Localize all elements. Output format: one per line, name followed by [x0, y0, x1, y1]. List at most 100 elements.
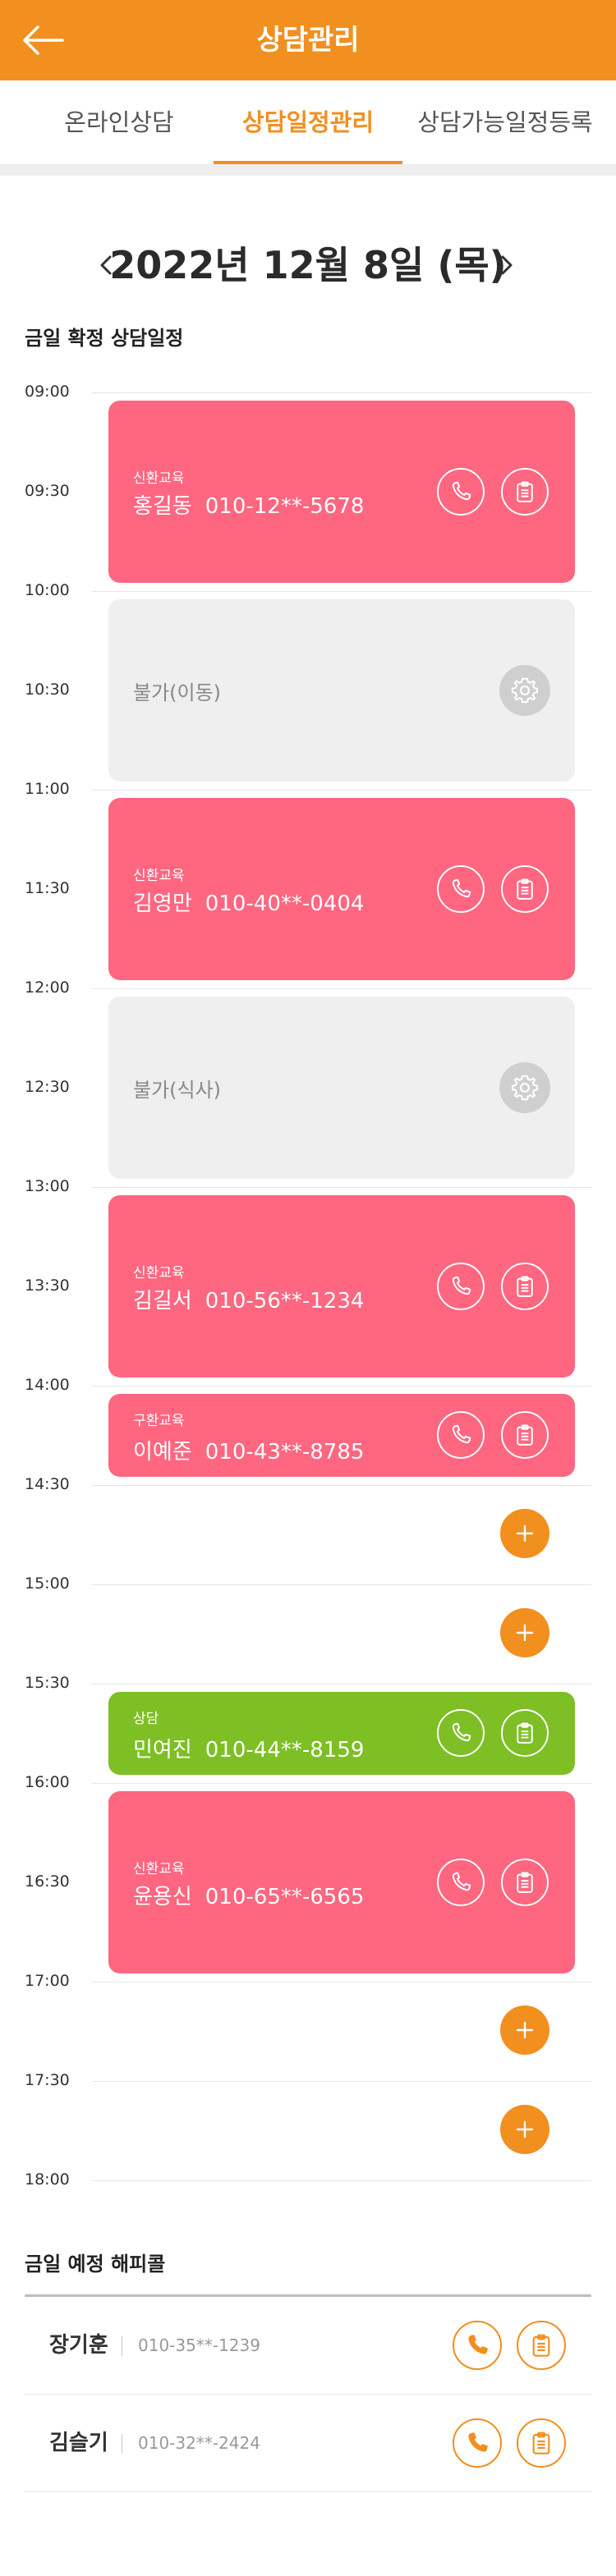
prev-date-button[interactable]	[92, 251, 120, 279]
gear-icon	[511, 1075, 539, 1101]
memo-button[interactable]	[501, 1263, 549, 1310]
blocked-slot-card[interactable]: 불가(식사)	[108, 997, 575, 1179]
phone-icon	[452, 878, 471, 898]
happycall-name: 김슬기	[49, 2431, 108, 2455]
call-button[interactable]	[437, 468, 485, 516]
time-label: 11:00	[25, 780, 70, 798]
happycall-call-button[interactable]	[453, 2321, 502, 2370]
grid-line	[92, 1386, 591, 1387]
plus-icon	[516, 2021, 534, 2039]
grid-line	[92, 1584, 591, 1585]
tab-available-register[interactable]: 상담가능일정등록	[402, 80, 608, 164]
tab-online-consult[interactable]: 온라인상담	[33, 80, 205, 164]
appointment-info: 윤용신 010-65**-6565	[133, 1880, 364, 1910]
back-button[interactable]	[18, 20, 67, 61]
clipboard-icon	[532, 2432, 550, 2455]
tab-schedule-manage[interactable]: 상담일정관리	[214, 80, 402, 164]
happycall-name: 장기훈	[49, 2333, 108, 2358]
settings-button[interactable]	[499, 1062, 550, 1113]
phone-icon	[468, 2335, 488, 2354]
grid-line	[92, 1485, 591, 1486]
grid-line	[92, 591, 591, 592]
clipboard-icon	[517, 481, 533, 502]
time-label: 18:00	[25, 2170, 70, 2189]
appointment-info: 이예준 010-43**-8785	[133, 1435, 364, 1465]
time-label: 12:30	[25, 1078, 70, 1096]
appointment-card[interactable]: 구환교육 이예준 010-43**-8785	[108, 1394, 575, 1477]
time-label: 14:00	[25, 1376, 70, 1394]
add-slot-button[interactable]	[500, 2105, 549, 2154]
consult-card[interactable]: 상담 민여진 010-44**-8159	[108, 1692, 575, 1775]
time-label: 16:30	[25, 1872, 70, 1891]
patient-name: 김길서	[133, 1289, 192, 1313]
appointment-card[interactable]: 신환교육 김영만 010-40**-0404	[108, 798, 575, 980]
happycall-call-button[interactable]	[453, 2418, 502, 2468]
call-button[interactable]	[437, 1263, 485, 1310]
time-label: 15:00	[25, 1574, 70, 1593]
happycall-section-title: 금일 예정 해피콜	[25, 2253, 166, 2276]
patient-phone: 010-44**-8159	[205, 1738, 365, 1762]
memo-button[interactable]	[501, 1411, 549, 1459]
call-button[interactable]	[437, 1859, 485, 1906]
plus-icon	[516, 1624, 534, 1642]
memo-button[interactable]	[501, 1709, 549, 1757]
call-button[interactable]	[437, 1709, 485, 1757]
appointment-card[interactable]: 신환교육 김길서 010-56**-1234	[108, 1195, 575, 1377]
time-label: 17:00	[25, 1972, 70, 1990]
plus-icon	[516, 2120, 534, 2138]
call-button[interactable]	[437, 1411, 485, 1459]
blocked-label: 불가(식사)	[133, 1079, 222, 1102]
grid-line	[92, 988, 591, 989]
clipboard-icon	[532, 2334, 550, 2357]
call-button[interactable]	[437, 865, 485, 913]
tab-bar: 온라인상담 상담일정관리 상담가능일정등록	[0, 80, 616, 164]
gear-icon	[511, 677, 539, 704]
add-slot-button[interactable]	[500, 1608, 549, 1657]
time-label: 12:00	[25, 979, 70, 997]
grid-line	[92, 1187, 591, 1188]
happycall-row: 장기훈 010-35**-1239	[25, 2297, 591, 2395]
time-label: 13:30	[25, 1277, 70, 1295]
patient-name: 민여진	[133, 1738, 192, 1762]
appointment-info: 홍길동 010-12**-5678	[133, 489, 364, 520]
appointment-card[interactable]: 신환교육 윤용신 010-65**-6565	[108, 1791, 575, 1973]
memo-button[interactable]	[501, 865, 549, 913]
grid-line	[92, 2081, 591, 2082]
add-slot-button[interactable]	[500, 2005, 549, 2055]
memo-button[interactable]	[501, 468, 549, 516]
chevron-left-icon	[100, 255, 112, 275]
time-label: 11:30	[25, 879, 70, 897]
settings-button[interactable]	[499, 665, 550, 716]
appointment-category: 상담	[133, 1711, 159, 1727]
date-selector: 2022년 12월 8일 (목)	[0, 236, 616, 294]
blocked-label: 불가(이동)	[133, 681, 222, 704]
time-label: 09:30	[25, 482, 70, 500]
phone-icon	[452, 1424, 471, 1444]
patient-name: 김영만	[133, 892, 192, 916]
patient-phone: 010-65**-6565	[205, 1885, 365, 1909]
clipboard-icon	[517, 1276, 533, 1297]
happycall-phone: 010-32**-2424	[138, 2433, 260, 2453]
plus-icon	[516, 1524, 534, 1542]
clipboard-icon	[517, 1722, 533, 1744]
blocked-slot-card[interactable]: 불가(이동)	[108, 599, 575, 782]
app-header: 상담관리	[0, 0, 616, 80]
time-label: 13:00	[25, 1177, 70, 1195]
phone-icon	[452, 481, 471, 501]
patient-name: 홍길동	[133, 494, 192, 519]
appointment-card[interactable]: 신환교육 홍길동 010-12**-5678	[108, 401, 575, 583]
phone-icon	[452, 1722, 471, 1742]
time-label: 14:30	[25, 1475, 70, 1493]
happycall-memo-button[interactable]	[517, 2418, 566, 2468]
time-label: 10:00	[25, 581, 70, 599]
patient-name: 이예준	[133, 1440, 192, 1464]
appointment-info: 김길서 010-56**-1234	[133, 1284, 364, 1314]
phone-icon	[468, 2432, 488, 2452]
next-date-button[interactable]	[493, 251, 521, 279]
appointment-info: 민여진 010-44**-8159	[133, 1733, 364, 1763]
add-slot-button[interactable]	[500, 1509, 549, 1558]
memo-button[interactable]	[501, 1859, 549, 1906]
patient-phone: 010-40**-0404	[205, 892, 365, 916]
appointment-category: 신환교육	[133, 1265, 185, 1281]
happycall-memo-button[interactable]	[517, 2321, 566, 2370]
